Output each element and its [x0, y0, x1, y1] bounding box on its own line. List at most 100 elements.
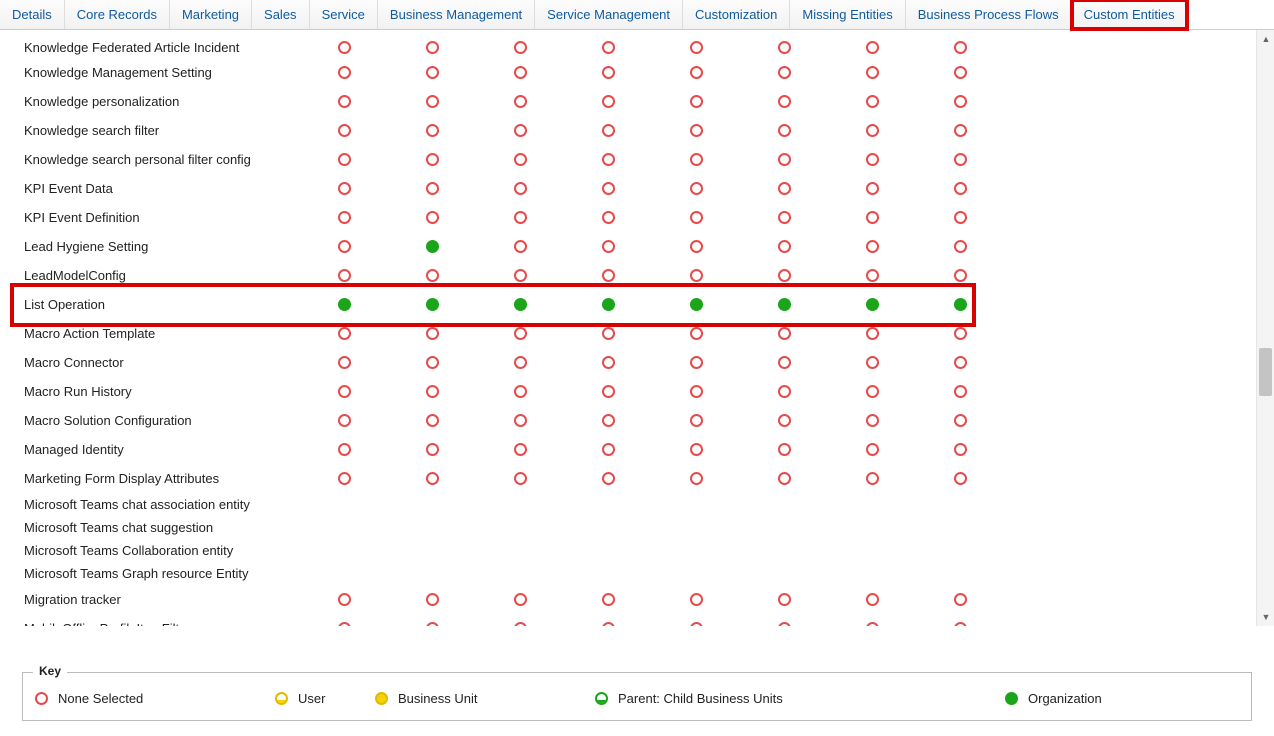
privilege-cell[interactable]: [916, 240, 1004, 253]
privilege-cell[interactable]: [652, 269, 740, 282]
privilege-cell[interactable]: [652, 356, 740, 369]
privilege-cell[interactable]: [916, 414, 1004, 427]
entity-label[interactable]: Microsoft Teams Graph resource Entity: [0, 566, 300, 581]
privilege-cell[interactable]: [476, 124, 564, 137]
privilege-cell[interactable]: [740, 95, 828, 108]
privilege-cell[interactable]: [564, 153, 652, 166]
privilege-cell[interactable]: [388, 622, 476, 626]
entity-label[interactable]: MobileOfflineProfileItemFilter: [0, 621, 300, 626]
privilege-cell[interactable]: [740, 211, 828, 224]
privilege-cell[interactable]: [916, 269, 1004, 282]
privilege-cell[interactable]: [476, 622, 564, 626]
tab-business-process-flows[interactable]: Business Process Flows: [906, 0, 1072, 29]
privilege-cell[interactable]: [828, 269, 916, 282]
privilege-cell[interactable]: [652, 124, 740, 137]
entity-label[interactable]: Macro Action Template: [0, 326, 300, 341]
privilege-cell[interactable]: [564, 327, 652, 340]
privilege-cell[interactable]: [564, 385, 652, 398]
privilege-cell[interactable]: [388, 95, 476, 108]
privilege-cell[interactable]: [388, 240, 476, 253]
privilege-cell[interactable]: [476, 356, 564, 369]
privilege-cell[interactable]: [916, 124, 1004, 137]
entity-label[interactable]: Macro Run History: [0, 384, 300, 399]
privilege-cell[interactable]: [300, 443, 388, 456]
privilege-cell[interactable]: [388, 385, 476, 398]
entity-label[interactable]: Marketing Form Display Attributes: [0, 471, 300, 486]
privilege-cell[interactable]: [564, 124, 652, 137]
privilege-cell[interactable]: [388, 593, 476, 606]
privilege-cell[interactable]: [476, 327, 564, 340]
privilege-cell[interactable]: [564, 182, 652, 195]
privilege-cell[interactable]: [300, 472, 388, 485]
privilege-cell[interactable]: [300, 356, 388, 369]
privilege-cell[interactable]: [476, 385, 564, 398]
privilege-cell[interactable]: [388, 182, 476, 195]
privilege-cell[interactable]: [652, 593, 740, 606]
tab-core-records[interactable]: Core Records: [65, 0, 170, 29]
privilege-cell[interactable]: [564, 41, 652, 54]
privilege-cell[interactable]: [828, 356, 916, 369]
privilege-cell[interactable]: [652, 443, 740, 456]
privilege-cell[interactable]: [388, 66, 476, 79]
privilege-cell[interactable]: [300, 622, 388, 626]
privilege-cell[interactable]: [476, 240, 564, 253]
privilege-cell[interactable]: [916, 211, 1004, 224]
privilege-cell[interactable]: [476, 593, 564, 606]
tab-service-management[interactable]: Service Management: [535, 0, 683, 29]
privilege-cell[interactable]: [388, 472, 476, 485]
privilege-cell[interactable]: [828, 298, 916, 311]
tab-sales[interactable]: Sales: [252, 0, 310, 29]
privilege-cell[interactable]: [828, 124, 916, 137]
privilege-cell[interactable]: [300, 414, 388, 427]
privilege-cell[interactable]: [828, 327, 916, 340]
scroll-thumb[interactable]: [1259, 348, 1272, 396]
privilege-cell[interactable]: [652, 211, 740, 224]
privilege-cell[interactable]: [828, 240, 916, 253]
privilege-cell[interactable]: [916, 385, 1004, 398]
privilege-cell[interactable]: [388, 269, 476, 282]
privilege-cell[interactable]: [652, 414, 740, 427]
privilege-cell[interactable]: [828, 385, 916, 398]
privilege-cell[interactable]: [300, 327, 388, 340]
privilege-cell[interactable]: [652, 95, 740, 108]
privilege-cell[interactable]: [388, 443, 476, 456]
privilege-cell[interactable]: [476, 41, 564, 54]
privilege-cell[interactable]: [476, 66, 564, 79]
entity-label[interactable]: KPI Event Definition: [0, 210, 300, 225]
entity-label[interactable]: Macro Solution Configuration: [0, 413, 300, 428]
privilege-cell[interactable]: [828, 593, 916, 606]
entity-label[interactable]: Microsoft Teams chat association entity: [0, 497, 300, 512]
privilege-cell[interactable]: [828, 182, 916, 195]
privilege-cell[interactable]: [564, 356, 652, 369]
entity-label[interactable]: Lead Hygiene Setting: [0, 239, 300, 254]
privilege-cell[interactable]: [652, 622, 740, 626]
privilege-cell[interactable]: [828, 153, 916, 166]
privilege-cell[interactable]: [740, 622, 828, 626]
privilege-cell[interactable]: [740, 41, 828, 54]
privilege-cell[interactable]: [564, 593, 652, 606]
privilege-cell[interactable]: [740, 414, 828, 427]
privilege-cell[interactable]: [740, 240, 828, 253]
privilege-cell[interactable]: [740, 182, 828, 195]
privilege-cell[interactable]: [828, 622, 916, 626]
privilege-cell[interactable]: [916, 443, 1004, 456]
privilege-cell[interactable]: [652, 66, 740, 79]
entity-label[interactable]: Migration tracker: [0, 592, 300, 607]
entity-label[interactable]: Knowledge search personal filter config: [0, 152, 300, 167]
privilege-cell[interactable]: [916, 66, 1004, 79]
privilege-cell[interactable]: [564, 622, 652, 626]
vertical-scrollbar[interactable]: ▲ ▼: [1256, 30, 1274, 626]
scroll-track[interactable]: [1257, 48, 1274, 608]
privilege-cell[interactable]: [652, 385, 740, 398]
privilege-cell[interactable]: [740, 356, 828, 369]
privilege-cell[interactable]: [476, 182, 564, 195]
privilege-cell[interactable]: [916, 593, 1004, 606]
privilege-cell[interactable]: [300, 298, 388, 311]
privilege-cell[interactable]: [828, 472, 916, 485]
privilege-cell[interactable]: [564, 472, 652, 485]
privilege-cell[interactable]: [740, 298, 828, 311]
privilege-cell[interactable]: [388, 153, 476, 166]
privilege-cell[interactable]: [476, 95, 564, 108]
privilege-cell[interactable]: [740, 124, 828, 137]
privilege-cell[interactable]: [916, 472, 1004, 485]
